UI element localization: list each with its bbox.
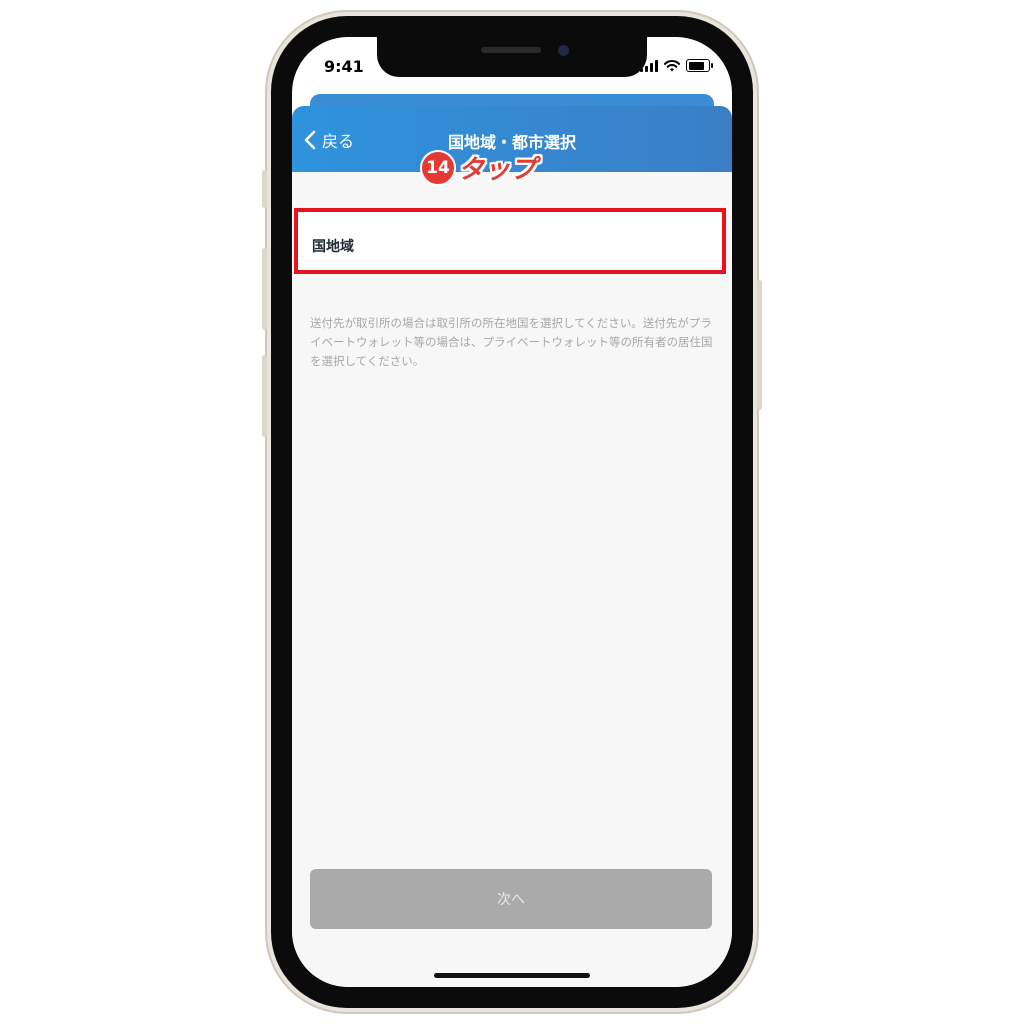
speaker xyxy=(481,47,541,53)
phone-screen: 9:41 戻る 国地域・都市選択 14 タップ 国地域 送付先が取引所の場合は取… xyxy=(292,37,732,987)
power-button xyxy=(757,280,762,410)
tap-instruction-callout: 14 タップ xyxy=(420,149,536,186)
wifi-icon xyxy=(664,59,680,71)
home-indicator xyxy=(434,973,590,978)
tap-instruction-text: タップ xyxy=(458,155,537,185)
status-icons xyxy=(640,59,713,72)
country-region-select-row[interactable]: 国地域 xyxy=(294,208,726,274)
volume-down-button xyxy=(262,355,267,437)
modal-sheet: 戻る 国地域・都市選択 14 タップ 国地域 送付先が取引所の場合は取引所の所在… xyxy=(292,106,732,987)
volume-up-button xyxy=(262,248,267,330)
status-time: 9:41 xyxy=(324,57,364,76)
next-button[interactable]: 次へ xyxy=(310,869,712,929)
country-region-label: 国地域 xyxy=(312,239,354,255)
help-text: 送付先が取引所の場合は取引所の所在地国を選択してください。送付先がプライベートウ… xyxy=(310,316,713,368)
battery-icon xyxy=(686,59,713,72)
notch xyxy=(377,37,647,77)
front-camera xyxy=(558,45,569,56)
silent-switch xyxy=(262,170,267,208)
step-number-badge: 14 xyxy=(420,149,456,186)
